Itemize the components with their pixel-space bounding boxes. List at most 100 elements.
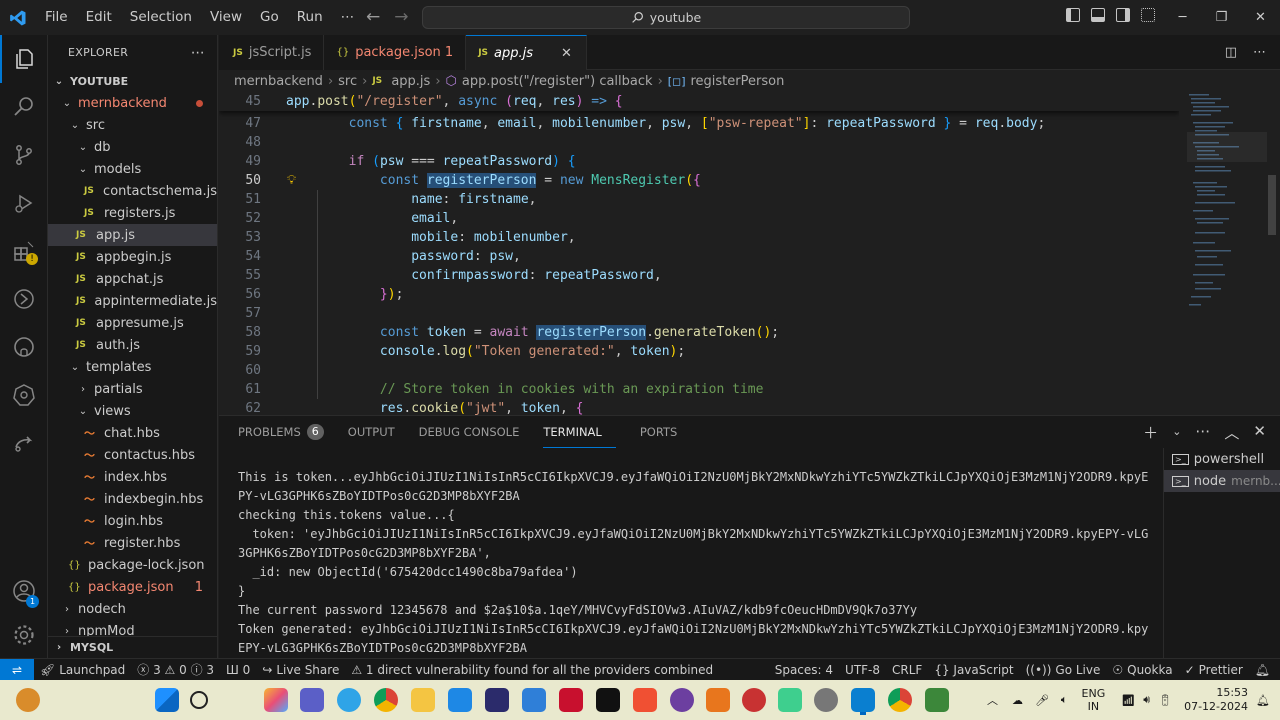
mcafee-icon[interactable] xyxy=(559,688,583,712)
search-view-icon[interactable] xyxy=(0,83,48,131)
tree-item[interactable]: JS appintermediate.js xyxy=(48,290,217,312)
breadcrumb-item[interactable]: src xyxy=(338,74,357,89)
editor-tab[interactable]: JS jsScript.js xyxy=(219,35,325,70)
tree-item[interactable]: ⌄ templates xyxy=(48,356,217,378)
tab-problems[interactable]: PROBLEMS 6 xyxy=(238,416,338,448)
tree-item[interactable]: 〜 index.hbs xyxy=(48,466,217,488)
tree-item[interactable]: 〜 contactus.hbs xyxy=(48,444,217,466)
explorer-more-icon[interactable]: ⋯ xyxy=(191,45,205,61)
mysql-section[interactable]: › MYSQL xyxy=(48,636,217,658)
menu-view[interactable]: View xyxy=(201,0,251,35)
tree-item[interactable]: JS auth.js xyxy=(48,334,217,356)
status-live-share[interactable]: ↪ Live Share xyxy=(256,663,345,677)
tree-item[interactable]: 〜 indexbegin.hbs xyxy=(48,488,217,510)
live-share-icon[interactable] xyxy=(0,419,48,467)
breadcrumb-item[interactable]: app.js xyxy=(391,74,430,89)
code-editor[interactable]: 45 app.post("/register", async (req, res)… xyxy=(219,92,1179,415)
app-icon-3[interactable] xyxy=(742,688,766,712)
account-icon[interactable]: 1 xyxy=(0,567,48,615)
edge-icon[interactable] xyxy=(337,688,361,712)
source-control-icon[interactable] xyxy=(0,131,48,179)
clock[interactable]: 15:53 07-12-2024 xyxy=(1184,686,1248,714)
status-language[interactable]: {} JavaScript xyxy=(928,663,1019,677)
tree-item[interactable]: ⌄ src xyxy=(48,114,217,136)
split-editor-icon[interactable]: ◫ xyxy=(1225,45,1237,60)
menu-file[interactable]: File xyxy=(36,0,77,35)
status-problems[interactable]: ⓧ 3 ⚠ 0 ⓘ 3 xyxy=(131,661,220,678)
tree-item[interactable]: ⌄ models xyxy=(48,158,217,180)
notification-icon[interactable]: 🔔︎ xyxy=(1256,694,1270,707)
tab-terminal[interactable]: TERMINAL xyxy=(543,416,616,448)
tab-output[interactable]: OUTPUT xyxy=(348,416,409,448)
pycharm-icon[interactable] xyxy=(596,688,620,712)
cloud-icon[interactable]: ☁︎ xyxy=(1012,694,1023,707)
battery-icon[interactable]: 🔋︎ xyxy=(1158,694,1172,707)
back-arrow-icon[interactable]: ← xyxy=(366,0,380,35)
menu-more[interactable]: ⋯ xyxy=(332,0,364,35)
breadcrumb-item[interactable]: registerPerson xyxy=(690,74,784,89)
terminal-item-node[interactable]: >_ node mernb... xyxy=(1164,470,1280,492)
settings-app-icon[interactable] xyxy=(814,688,838,712)
panel-more-icon[interactable]: ⋯ xyxy=(1195,422,1210,443)
explorer-icon[interactable] xyxy=(0,35,48,83)
app-icon-2[interactable] xyxy=(706,688,730,712)
breadcrumb-item[interactable]: mernbackend xyxy=(234,74,323,89)
tray-overflow-icon[interactable]: ︿ xyxy=(987,692,998,708)
status-eol[interactable]: CRLF xyxy=(886,663,928,677)
tree-item[interactable]: {} package.json 1 xyxy=(48,576,217,598)
github-icon[interactable] xyxy=(0,323,48,371)
terminal-item-powershell[interactable]: >_ powershell xyxy=(1164,448,1280,470)
command-center-search[interactable]: youtube xyxy=(422,6,910,29)
mic-icon[interactable]: 🎤︎ xyxy=(1035,694,1049,707)
tree-item[interactable]: › partials xyxy=(48,378,217,400)
tree-item[interactable]: 〜 chat.hbs xyxy=(48,422,217,444)
terminal-output[interactable]: This is token...eyJhbGciOiJIUzI1NiIsInR5… xyxy=(238,468,1162,677)
editor-scrollbar[interactable] xyxy=(1268,175,1276,235)
menu-go[interactable]: Go xyxy=(251,0,288,35)
minimap[interactable] xyxy=(1187,92,1267,332)
menu-run[interactable]: Run xyxy=(288,0,332,35)
copilot-icon[interactable] xyxy=(264,688,288,712)
menu-selection[interactable]: Selection xyxy=(121,0,201,35)
tree-item[interactable]: JS appchat.js xyxy=(48,268,217,290)
tree-item[interactable]: ⌄ views xyxy=(48,400,217,422)
toggle-panel-icon[interactable] xyxy=(1091,8,1105,22)
chevron-down-icon[interactable]: ⌄ xyxy=(1172,422,1181,443)
maximize-panel-icon[interactable]: ︿ xyxy=(1224,422,1239,443)
workspace-root[interactable]: ⌄ YOUTUBE xyxy=(48,70,217,92)
tab-debug-console[interactable]: DEBUG CONSOLE xyxy=(419,416,534,448)
minimize-icon[interactable]: ─ xyxy=(1163,0,1202,35)
language-indicator[interactable]: ENG IN xyxy=(1082,687,1106,713)
status-quokka[interactable]: ☉ Quokka xyxy=(1106,663,1178,677)
status-indentation[interactable]: Spaces: 4 xyxy=(769,663,839,677)
file-explorer-icon[interactable] xyxy=(411,688,435,712)
chrome-profile-icon[interactable] xyxy=(888,688,912,712)
media-player-icon[interactable] xyxy=(670,688,694,712)
status-launchpad[interactable]: 🚀︎ Launchpad xyxy=(34,663,131,677)
tree-item[interactable]: JS appresume.js xyxy=(48,312,217,334)
tree-item[interactable]: ⌄ db xyxy=(48,136,217,158)
tab-ports[interactable]: PORTS xyxy=(640,416,691,448)
remote-indicator-icon[interactable]: ⇌ xyxy=(0,658,34,681)
taskbar-search-icon[interactable] xyxy=(190,691,208,709)
close-tab-icon[interactable]: ✕ xyxy=(561,46,572,61)
start-menu-icon[interactable] xyxy=(155,688,179,712)
vscode-taskbar-icon[interactable] xyxy=(851,688,875,712)
tree-item[interactable]: › nodech xyxy=(48,598,217,620)
tree-item[interactable]: {} package-lock.json xyxy=(48,554,217,576)
editor-more-icon[interactable]: ⋯ xyxy=(1253,45,1266,60)
git-icon[interactable] xyxy=(633,688,657,712)
status-encoding[interactable]: UTF-8 xyxy=(839,663,886,677)
extensions-icon[interactable]: ! xyxy=(0,227,48,275)
teams-icon[interactable] xyxy=(300,688,324,712)
chrome-icon[interactable] xyxy=(374,688,398,712)
settings-gear-icon[interactable] xyxy=(0,611,48,659)
close-panel-icon[interactable]: ✕ xyxy=(1253,422,1266,443)
status-prettier[interactable]: ✓ Prettier xyxy=(1179,663,1249,677)
kubernetes-icon[interactable] xyxy=(0,371,48,419)
menu-edit[interactable]: Edit xyxy=(77,0,121,35)
store-icon[interactable] xyxy=(448,688,472,712)
toggle-sidebar-icon[interactable] xyxy=(1066,8,1080,22)
taskbar-widgets-icon[interactable] xyxy=(16,688,40,712)
notepad-icon[interactable] xyxy=(522,688,546,712)
